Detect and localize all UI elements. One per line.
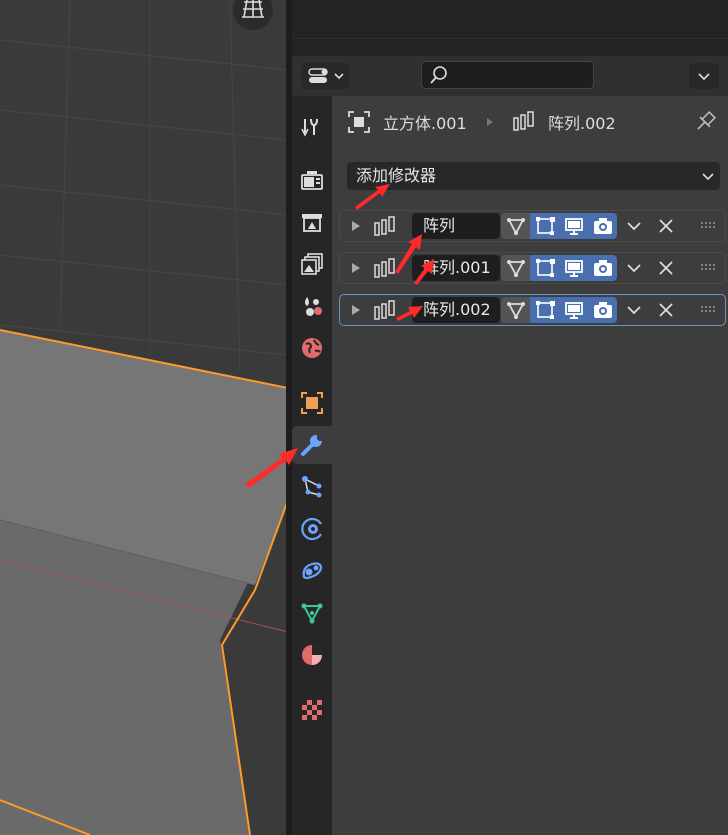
modifier-name-field[interactable]: 阵列.001 (412, 255, 500, 281)
chevron-down-icon[interactable] (621, 253, 647, 283)
array-modifier-icon (374, 300, 395, 320)
edit-mode-cage-toggle[interactable] (501, 213, 530, 239)
camera-icon (593, 302, 612, 318)
edit-mode-toggle[interactable] (530, 297, 559, 323)
edit-mode-toggle[interactable] (530, 213, 559, 239)
edit-cage-icon (506, 218, 525, 235)
viewport-display-toggle[interactable] (559, 255, 588, 281)
particles-icon (302, 476, 322, 498)
breadcrumb-object: 立方体.001 (383, 114, 467, 133)
tool-tab[interactable] (292, 108, 332, 146)
texture-tab[interactable] (292, 691, 332, 729)
physics-icon (301, 517, 322, 541)
search-input[interactable] (421, 61, 594, 89)
view-layer-icon (301, 253, 323, 275)
pin-icon[interactable] (692, 109, 718, 135)
material-tab[interactable] (292, 636, 332, 674)
edit-mode-cage-toggle[interactable] (501, 297, 530, 323)
add-modifier-label: 添加修改器 (356, 166, 437, 185)
breadcrumb-separator-icon (487, 118, 493, 126)
edit-mode-icon (535, 259, 555, 277)
monitor-icon (564, 218, 583, 235)
tool-icon (301, 118, 318, 137)
world-tab[interactable] (292, 329, 332, 367)
edit-mode-icon (535, 217, 555, 235)
array-modifier-icon (374, 258, 395, 278)
modifier-properties-panel: 立方体.001 阵列.002 添加修改器 阵列 阵列.001 阵列.002 (332, 96, 728, 835)
edit-cage-icon (506, 260, 525, 277)
chevron-down-icon[interactable] (621, 295, 647, 325)
expand-arrow-icon[interactable] (349, 295, 363, 325)
close-icon[interactable] (653, 295, 679, 325)
edit-mode-toggle[interactable] (530, 255, 559, 281)
wrench-icon (301, 435, 323, 456)
drag-handle-icon[interactable] (698, 295, 720, 325)
close-icon[interactable] (653, 211, 679, 241)
modifier-tab[interactable] (292, 426, 332, 464)
chevron-down-icon[interactable] (621, 211, 647, 241)
scene-icon (305, 297, 322, 316)
camera-icon (593, 260, 612, 276)
physics-tab[interactable] (292, 510, 332, 548)
texture-icon (302, 700, 322, 720)
options-dropdown-button[interactable] (689, 63, 719, 89)
editor-type-icon (308, 68, 344, 83)
expand-arrow-icon[interactable] (349, 211, 363, 241)
object-icon (348, 111, 370, 133)
drag-handle-icon[interactable] (698, 211, 720, 241)
output-icon (302, 214, 322, 232)
editor-type-button[interactable] (302, 63, 350, 89)
scene-tab[interactable] (292, 287, 332, 325)
modifier-panel[interactable]: 阵列 (339, 210, 726, 242)
expand-arrow-icon[interactable] (349, 253, 363, 283)
modifier-name-field[interactable]: 阵列.002 (412, 297, 500, 323)
drag-handle-icon[interactable] (698, 253, 720, 283)
data-tab[interactable] (292, 594, 332, 632)
array-modifier-icon (513, 111, 534, 131)
particles-tab[interactable] (292, 468, 332, 506)
viewport-display-toggle[interactable] (559, 213, 588, 239)
output-tab[interactable] (292, 203, 332, 241)
render-toggle[interactable] (588, 297, 617, 323)
chevron-down-icon (702, 173, 714, 181)
view-layer-tab[interactable] (292, 245, 332, 283)
mesh-data-icon (301, 603, 323, 624)
viewport-display-toggle[interactable] (559, 297, 588, 323)
world-icon (302, 338, 322, 358)
edit-mode-icon (535, 301, 555, 319)
add-modifier-dropdown[interactable]: 添加修改器 (347, 162, 720, 190)
viewport-canvas (0, 0, 288, 835)
monitor-icon (564, 302, 583, 319)
render-tab[interactable] (292, 161, 332, 199)
chevron-down-icon (698, 73, 710, 81)
object-tab[interactable] (292, 384, 332, 422)
modifier-name-field[interactable]: 阵列 (412, 213, 500, 239)
modifier-panel-active[interactable]: 阵列.002 (339, 294, 726, 326)
camera-icon (593, 218, 612, 234)
properties-tabs (292, 96, 332, 835)
breadcrumb-modifier: 阵列.002 (548, 114, 616, 133)
edit-cage-icon (506, 302, 525, 319)
search-icon (430, 66, 447, 84)
render-toggle[interactable] (588, 213, 617, 239)
properties-header (292, 56, 728, 96)
object-icon (301, 392, 323, 414)
top-area (292, 0, 728, 56)
render-icon (301, 171, 323, 190)
modifier-panel[interactable]: 阵列.001 (339, 252, 726, 284)
constraints-tab[interactable] (292, 552, 332, 590)
edit-mode-cage-toggle[interactable] (501, 255, 530, 281)
constraint-icon (302, 562, 323, 580)
close-icon[interactable] (653, 253, 679, 283)
array-modifier-icon (374, 216, 395, 236)
render-toggle[interactable] (588, 255, 617, 281)
material-icon (302, 645, 322, 665)
3d-viewport[interactable] (0, 0, 288, 835)
monitor-icon (564, 260, 583, 277)
